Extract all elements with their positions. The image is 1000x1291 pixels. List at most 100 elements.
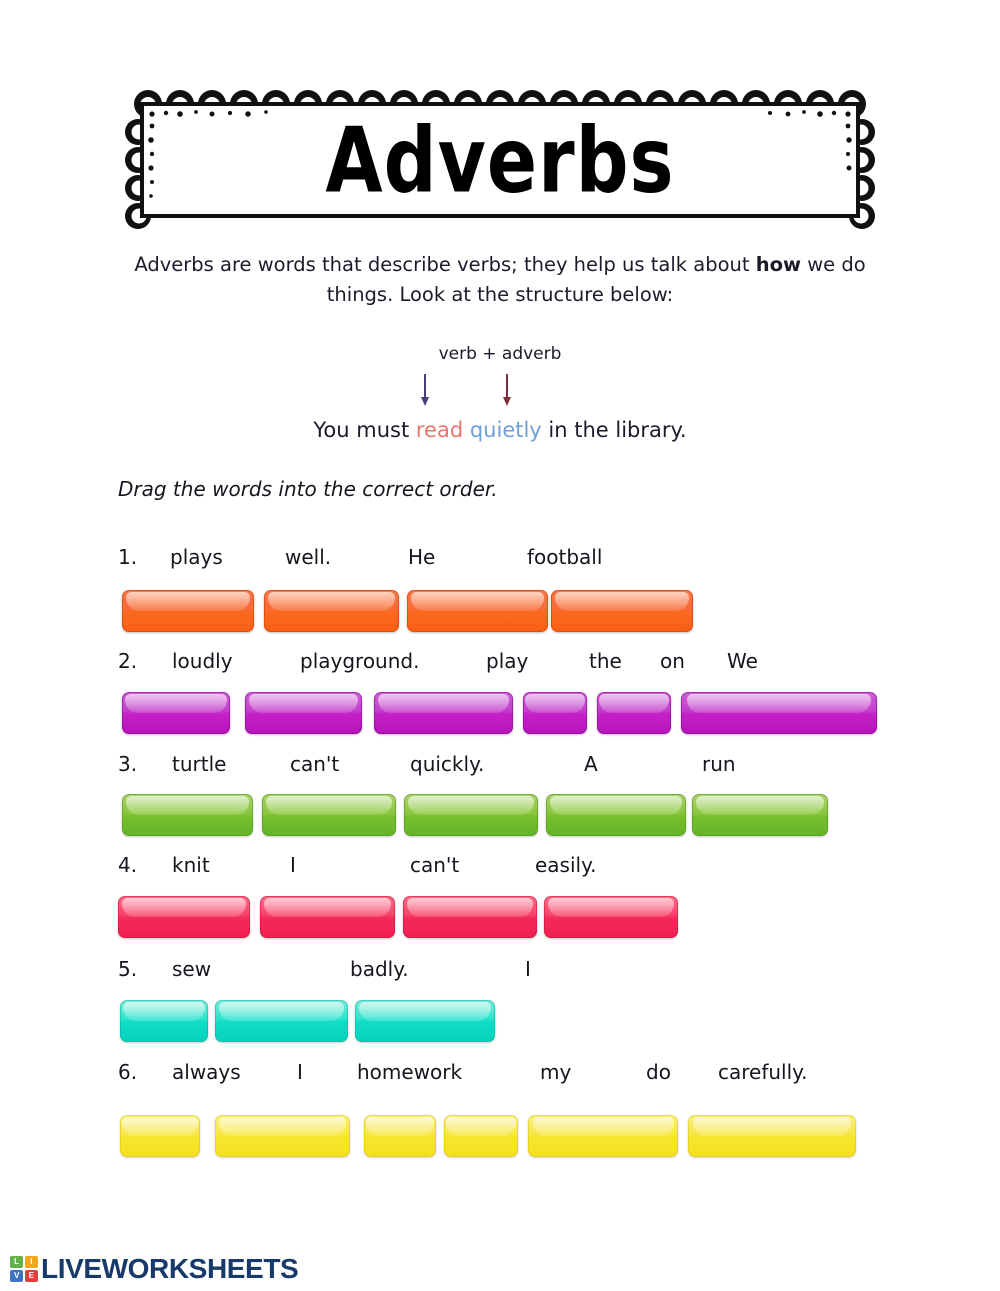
- drop-slot[interactable]: [546, 794, 686, 836]
- drop-slot[interactable]: [374, 692, 513, 734]
- draggable-word[interactable]: I: [525, 957, 531, 981]
- drop-zone-row: [0, 794, 1000, 840]
- draggable-word[interactable]: We: [727, 649, 758, 673]
- slot-gloss-highlight: [408, 796, 534, 816]
- drop-slot[interactable]: [597, 692, 671, 734]
- page-title: Adverbs: [325, 108, 675, 214]
- draggable-word[interactable]: I: [290, 853, 296, 877]
- exercise-row-3: 3. turtle can't quickly. Arun: [0, 752, 1000, 840]
- exercise-row-2: 2. loudly playground. play the on We: [0, 649, 1000, 738]
- title-banner: Adverbs: [124, 88, 876, 230]
- draggable-word[interactable]: loudly: [172, 649, 233, 673]
- draggable-word[interactable]: sew: [172, 957, 211, 981]
- drop-zone-row: [0, 692, 1000, 738]
- exercise-number: 6.: [118, 1060, 138, 1084]
- word-bank: 1. plays well. He football: [0, 545, 1000, 575]
- draggable-word[interactable]: the: [589, 649, 622, 673]
- draggable-word[interactable]: A: [584, 752, 598, 776]
- liveworksheets-logo-icon: L I V E: [10, 1256, 38, 1282]
- slot-gloss-highlight: [264, 898, 391, 918]
- draggable-word[interactable]: play: [486, 649, 528, 673]
- draggable-word[interactable]: do: [646, 1060, 671, 1084]
- intro-text-part1: Adverbs are words that describe verbs; t…: [134, 253, 756, 276]
- word-bank: 2. loudly playground. play the on We: [0, 649, 1000, 679]
- slot-gloss-highlight: [411, 592, 544, 612]
- drop-slot[interactable]: [245, 692, 362, 734]
- slot-gloss-highlight: [696, 796, 824, 816]
- logo-tile-e: E: [24, 1269, 38, 1282]
- word-bank: 5. sew badly. I: [0, 957, 1000, 987]
- exercise-number: 2.: [118, 649, 138, 673]
- drop-slot[interactable]: [260, 896, 395, 938]
- drop-slot[interactable]: [355, 1000, 495, 1042]
- drop-slot[interactable]: [692, 794, 828, 836]
- drop-slot[interactable]: [551, 590, 693, 632]
- slot-gloss-highlight: [524, 694, 586, 714]
- draggable-word[interactable]: turtle: [172, 752, 226, 776]
- drop-slot[interactable]: [122, 794, 253, 836]
- drop-slot[interactable]: [215, 1000, 348, 1042]
- drop-slot[interactable]: [544, 896, 678, 938]
- draggable-word[interactable]: always: [172, 1060, 241, 1084]
- word-bank: 3. turtle can't quickly. Arun: [0, 752, 1000, 782]
- draggable-word[interactable]: well.: [285, 545, 331, 569]
- drop-slot[interactable]: [364, 1115, 436, 1157]
- drop-slot[interactable]: [688, 1115, 856, 1157]
- exercise-row-4: 4. knit Ican't easily.: [0, 853, 1000, 942]
- drop-zone-row: [0, 1000, 1000, 1046]
- example-verb-word: read: [415, 418, 464, 442]
- drop-slot[interactable]: [407, 590, 548, 632]
- draggable-word[interactable]: carefully.: [718, 1060, 808, 1084]
- slot-gloss-highlight: [446, 1117, 516, 1137]
- slot-gloss-highlight: [550, 796, 682, 816]
- slot-gloss-highlight: [268, 592, 395, 612]
- slot-gloss-highlight: [378, 694, 509, 714]
- slot-gloss-highlight: [599, 694, 669, 714]
- drop-slot[interactable]: [120, 1000, 208, 1042]
- draggable-word[interactable]: homework: [357, 1060, 462, 1084]
- slot-gloss-highlight: [266, 796, 392, 816]
- draggable-word[interactable]: playground.: [300, 649, 419, 673]
- slot-gloss-highlight: [125, 592, 251, 612]
- draggable-word[interactable]: can't: [410, 853, 459, 877]
- exercise-row-1: 1. plays well. He football: [0, 545, 1000, 636]
- draggable-word[interactable]: football: [527, 545, 602, 569]
- draggable-word[interactable]: my: [540, 1060, 571, 1084]
- word-bank: 4. knit Ican't easily.: [0, 853, 1000, 883]
- slot-gloss-highlight: [122, 1002, 206, 1022]
- drop-slot[interactable]: [523, 692, 587, 734]
- drop-slot[interactable]: [444, 1115, 518, 1157]
- slot-gloss-highlight: [218, 1002, 344, 1022]
- drop-slot[interactable]: [215, 1115, 350, 1157]
- drop-zone-row: [0, 590, 1000, 636]
- draggable-word[interactable]: He: [408, 545, 435, 569]
- draggable-word[interactable]: knit: [172, 853, 210, 877]
- drop-slot[interactable]: [262, 794, 396, 836]
- slot-gloss-highlight: [359, 1002, 491, 1022]
- drop-slot[interactable]: [122, 692, 230, 734]
- slot-gloss-highlight: [366, 1117, 434, 1137]
- slot-gloss-highlight: [125, 694, 227, 714]
- draggable-word[interactable]: badly.: [350, 957, 409, 981]
- drop-slot[interactable]: [122, 590, 254, 632]
- drop-slot[interactable]: [264, 590, 399, 632]
- drop-slot[interactable]: [403, 896, 537, 938]
- draggable-word[interactable]: can't: [290, 752, 339, 776]
- example-part1: You must: [313, 418, 416, 442]
- drop-slot[interactable]: [681, 692, 877, 734]
- slot-gloss-highlight: [248, 694, 359, 714]
- exercise-number: 3.: [118, 752, 138, 776]
- draggable-word[interactable]: run: [702, 752, 736, 776]
- drop-slot[interactable]: [118, 896, 250, 938]
- drop-slot[interactable]: [528, 1115, 678, 1157]
- draggable-word[interactable]: easily.: [535, 853, 596, 877]
- slot-gloss-highlight: [407, 898, 533, 918]
- draggable-word[interactable]: on: [660, 649, 685, 673]
- draggable-word[interactable]: plays: [170, 545, 223, 569]
- drop-slot[interactable]: [120, 1115, 200, 1157]
- draggable-word[interactable]: quickly.: [410, 752, 484, 776]
- draggable-word[interactable]: I: [297, 1060, 303, 1084]
- arrow-down-adverb-icon: [502, 374, 511, 406]
- structure-label: verb + adverb: [438, 344, 562, 364]
- drop-slot[interactable]: [404, 794, 538, 836]
